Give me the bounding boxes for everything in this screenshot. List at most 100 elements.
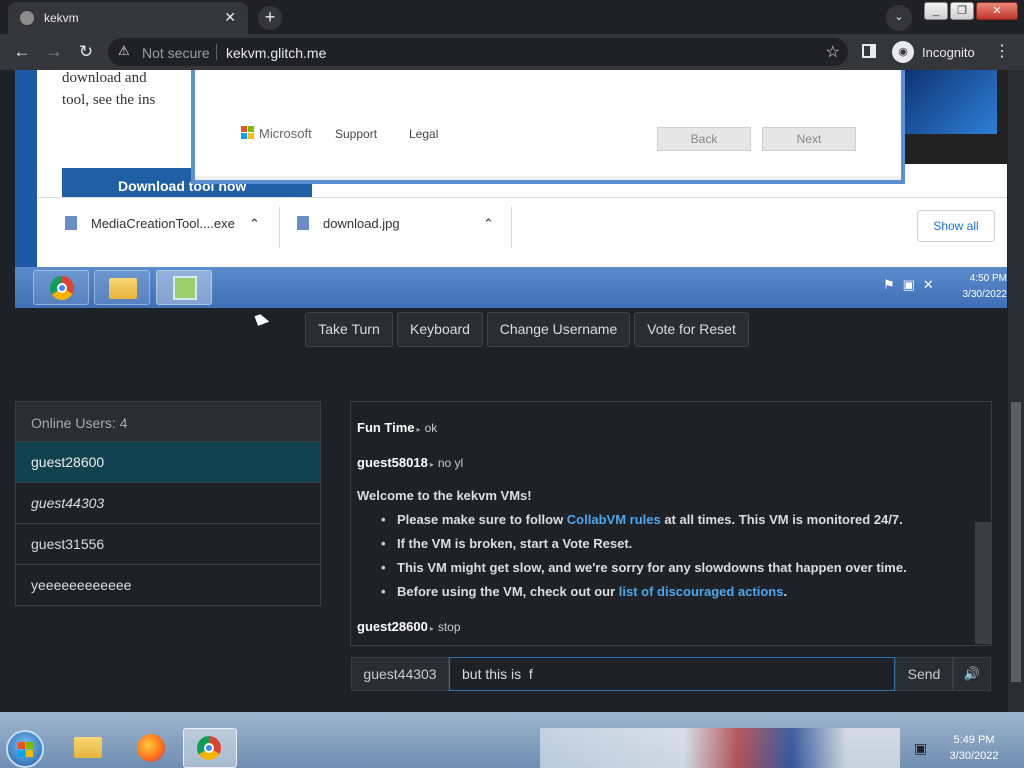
online-users-header: Online Users: 4: [16, 402, 320, 442]
host-clock-time: 5:49 PM: [953, 734, 995, 746]
user-list-item[interactable]: guest28600: [16, 442, 320, 483]
arrow-icon: ▸: [429, 460, 434, 469]
vm-clock-date: 3/30/2022: [962, 289, 1008, 300]
online-users-panel: Online Users: 4 guest28600 guest44303 gu…: [15, 401, 321, 606]
chat-scrollbar[interactable]: [975, 522, 991, 644]
vm-download-item: MediaCreationTool....exe: [65, 216, 235, 231]
tab-title: kekvm: [44, 11, 79, 25]
omnibox-divider: [216, 44, 217, 60]
new-tab-button[interactable]: +: [258, 6, 282, 30]
vm-taskbar-chrome: [33, 270, 89, 305]
reload-icon[interactable]: ↻: [74, 40, 98, 64]
vm-show-all-button: Show all: [917, 210, 995, 242]
host-taskbar-firefox[interactable]: [123, 728, 177, 768]
vm-download-item: download.jpg: [297, 216, 400, 231]
url-text[interactable]: kekvm.glitch.me: [226, 45, 326, 61]
mouse-cursor-icon: [254, 312, 270, 326]
vm-clock-time: 4:50 PM: [969, 273, 1007, 284]
browser-tab-bar: kekvm ✕ + ⌄ _ ❐ ✕: [0, 0, 1024, 34]
host-clock[interactable]: 5:49 PM 3/30/2022: [940, 732, 1008, 764]
arrow-icon: ▸: [416, 425, 421, 434]
vm-download-shelf: MediaCreationTool....exe ⌃ download.jpg …: [37, 197, 1007, 259]
folder-icon: [109, 278, 137, 299]
user-list-item[interactable]: yeeeeeeeeeeee: [16, 565, 320, 606]
arrow-icon: ▸: [429, 624, 434, 633]
collabvm-rules-link[interactable]: CollabVM rules: [567, 512, 661, 527]
user-list-item[interactable]: guest44303: [16, 483, 320, 524]
rule-item: If the VM is broken, start a Vote Reset.: [381, 536, 632, 551]
chat-input[interactable]: [449, 657, 895, 691]
rule-item: Before using the VM, check out our list …: [381, 584, 787, 599]
chevron-up-icon: ⌃: [483, 216, 494, 231]
discouraged-actions-link[interactable]: list of discouraged actions: [619, 584, 784, 599]
host-taskbar: ▣ 5:49 PM 3/30/2022: [0, 712, 1024, 768]
send-button[interactable]: Send: [895, 657, 953, 691]
download-divider: [511, 206, 512, 248]
chat-message: guest58018 ▸ no yl: [357, 455, 463, 470]
download-divider: [279, 206, 280, 248]
chat-username-label: guest44303: [351, 657, 449, 691]
keyboard-button[interactable]: Keyboard: [397, 312, 483, 347]
microsoft-logo-icon: [241, 126, 255, 140]
chat-username: guest58018: [357, 455, 428, 470]
user-list-item[interactable]: guest31556: [16, 524, 320, 565]
window-close-button[interactable]: ✕: [976, 2, 1018, 20]
vm-download-name: download.jpg: [323, 216, 400, 231]
window-restore-button[interactable]: ❐: [950, 2, 974, 20]
vm-page-text-2: tool, see the ins: [62, 92, 156, 108]
warning-icon[interactable]: ⚠: [118, 43, 130, 59]
window-minimize-button[interactable]: _: [924, 2, 948, 20]
chat-text: ok: [424, 421, 438, 435]
rule-text: at all times. This VM is monitored 24/7.: [660, 512, 903, 527]
vm-taskbar: ⚑▣✕ 4:50 PM 3/30/2022: [15, 267, 1007, 308]
chat-text: stop: [437, 620, 461, 634]
windows-start-icon[interactable]: [6, 730, 44, 768]
rule-item: This VM might get slow, and we're sorry …: [381, 560, 907, 575]
page-scrollbar[interactable]: [1008, 70, 1024, 712]
host-taskbar-chrome[interactable]: [183, 728, 237, 768]
incognito-icon: ◉: [892, 41, 914, 63]
chrome-icon: [50, 276, 74, 300]
rule-item: Please make sure to follow CollabVM rule…: [381, 512, 903, 527]
chat-panel[interactable]: Fun Time ▸ ok guest58018 ▸ no yl Welcome to …: [350, 401, 992, 646]
vm-screen[interactable]: download and tool, see the ins Download …: [15, 70, 1007, 308]
tab-search-chevron-icon[interactable]: ⌄: [886, 5, 912, 31]
take-turn-button[interactable]: Take Turn: [305, 312, 393, 347]
browser-toolbar: ← → ↻ ⚠ Not secure kekvm.glitch.me ☆ ◉ I…: [0, 34, 1024, 70]
vm-taskbar-explorer: [94, 270, 150, 305]
folder-icon: [74, 737, 102, 758]
vm-setup-dialog: Microsoft Support Legal Back Next: [191, 70, 905, 184]
vm-dialog-support-link: Support: [335, 127, 378, 141]
chat-username: Fun Time: [357, 420, 415, 435]
back-arrow-icon[interactable]: ←: [10, 40, 34, 64]
side-panel-icon[interactable]: [862, 44, 876, 58]
kebab-menu-icon[interactable]: ⋮: [994, 40, 1010, 64]
host-taskbar-explorer[interactable]: [62, 728, 116, 768]
chat-message: guest28600 ▸ stop: [357, 619, 461, 634]
vm-dialog-back-button: Back: [657, 127, 751, 151]
microsoft-wordmark: Microsoft: [259, 126, 312, 141]
vote-for-reset-button[interactable]: Vote for Reset: [634, 312, 749, 347]
network-icon[interactable]: ▣: [914, 740, 927, 757]
file-icon: [65, 216, 77, 230]
bookmark-star-icon[interactable]: ☆: [826, 42, 840, 62]
security-label[interactable]: Not secure: [142, 45, 210, 61]
desktop-wallpaper: [540, 728, 900, 768]
address-bar[interactable]: ⚠ Not secure kekvm.glitch.me ☆: [108, 38, 848, 66]
firefox-icon: [137, 734, 165, 762]
browser-tab[interactable]: kekvm ✕: [8, 2, 248, 34]
vm-dialog-next-button: Next: [762, 127, 856, 151]
media-creation-tool-icon: [173, 276, 197, 300]
vm-taskbar-media-tool: [156, 270, 212, 305]
change-username-button[interactable]: Change Username: [487, 312, 630, 347]
globe-icon: [20, 11, 34, 25]
chrome-icon: [197, 736, 221, 760]
host-clock-date: 3/30/2022: [949, 750, 999, 762]
volume-icon[interactable]: 🔊: [953, 657, 991, 691]
scrollbar-thumb[interactable]: [1011, 402, 1021, 682]
tab-close-icon[interactable]: ✕: [224, 9, 236, 26]
vm-clock: 4:50 PM 3/30/2022: [959, 271, 1008, 303]
rule-text: Before using the VM, check out our: [397, 584, 619, 599]
forward-arrow-icon[interactable]: →: [42, 40, 66, 64]
vm-dialog-legal-link: Legal: [409, 127, 439, 141]
